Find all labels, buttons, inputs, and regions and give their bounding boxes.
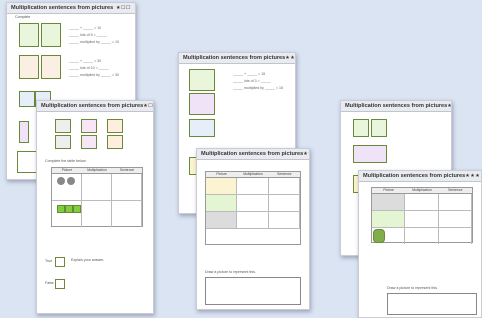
worksheet-header: Multiplication sentences from pictures ★… [7,3,135,14]
picture-box [371,119,387,137]
col-multiplication: Multiplication [412,188,432,192]
picture-box [19,55,39,79]
col-picture: Picture [383,188,394,192]
worksheet-header: Multiplication sentences from pictures ★… [197,149,309,160]
table-row [206,195,300,212]
worksheet-header: Multiplication sentences from pictures ★… [359,171,481,182]
col-picture: Picture [61,168,73,172]
picture-box [19,23,39,47]
table: Picture Multiplication Sentence [205,171,301,245]
worksheet-4[interactable]: Multiplication sentences from pictures ★… [196,148,310,310]
table-row [372,194,472,211]
worksheet-header: Multiplication sentences from pictures ★… [341,101,451,112]
cube-icon [57,205,65,213]
table-row [372,228,472,244]
picture-box [55,135,71,149]
picture-box [107,119,123,133]
cube-icon [65,205,73,213]
picture-box [41,55,61,79]
cube-icon [73,205,81,213]
table-row [206,178,300,195]
picture-box [353,145,387,163]
table-row [206,212,300,229]
col-sentence: Sentence [119,168,135,172]
picture-box [353,119,369,137]
sentence-lines: _____ + _____ = 30 _____ lots of 10 = __… [69,59,120,77]
star-rating: ★★☐ [285,55,296,61]
explain-label: Explain your answer. [71,258,105,262]
draw-label: Draw a picture to represent this. [205,270,256,274]
true-checkbox[interactable] [55,257,65,267]
instruction: Complete [15,15,31,19]
col-sentence: Sentence [448,188,463,192]
worksheet-2[interactable]: Multiplication sentences from pictures ★… [36,100,154,314]
picture-box [189,93,215,115]
coin-icon [67,177,75,185]
col-multiplication: Multiplication [243,172,263,176]
picture-box [81,119,97,133]
worksheet-title: Multiplication sentences from pictures [201,151,304,157]
table-row [52,174,142,201]
true-label: True [45,259,53,263]
drawing-box[interactable] [387,293,477,315]
worksheet-header: Multiplication sentences from pictures ★… [179,53,295,64]
sentence-lines: _____ + _____ = 10 _____ lots of 5 = ___… [69,26,120,44]
worksheet-6[interactable]: Multiplication sentences from pictures ★… [358,170,482,318]
tree-icon [373,229,385,243]
coin-icon [57,177,65,185]
worksheet-title: Multiplication sentences from pictures [363,173,466,179]
col-sentence: Sentence [277,172,292,176]
picture-box [81,135,97,149]
instruction: Complete the table below. [45,159,87,163]
table: Picture Multiplication Sentence [371,187,473,244]
false-label: False [45,281,54,285]
star-rating: ★★★ [465,173,481,179]
picture-box [189,119,215,137]
sentence-lines: _____ + _____ = 15 _____ lots of 3 = ___… [233,72,284,90]
table-row [372,211,472,228]
table: Picture Multiplication Sentence [51,167,143,227]
worksheet-title: Multiplication sentences from pictures [183,55,286,61]
star-rating: ★★★ [447,103,452,109]
picture-box [19,121,29,143]
picture-box [107,135,123,149]
false-checkbox[interactable] [55,279,65,289]
star-rating: ★★☐ [303,151,309,157]
col-picture: Picture [216,172,227,176]
draw-label: Draw a picture to represent this. [387,286,438,290]
worksheet-header: Multiplication sentences from pictures ★… [37,101,153,112]
worksheet-title: Multiplication sentences from pictures [11,5,114,11]
picture-box [55,119,71,133]
star-rating: ★☐☐ [143,103,154,109]
col-multiplication: Multiplication [87,168,107,172]
picture-box [41,23,61,47]
picture-box [189,69,215,91]
worksheet-title: Multiplication sentences from pictures [41,103,144,109]
star-rating: ★☐☐ [116,5,131,11]
worksheet-title: Multiplication sentences from pictures [345,103,448,109]
drawing-box[interactable] [205,277,301,305]
picture-box [19,91,35,107]
